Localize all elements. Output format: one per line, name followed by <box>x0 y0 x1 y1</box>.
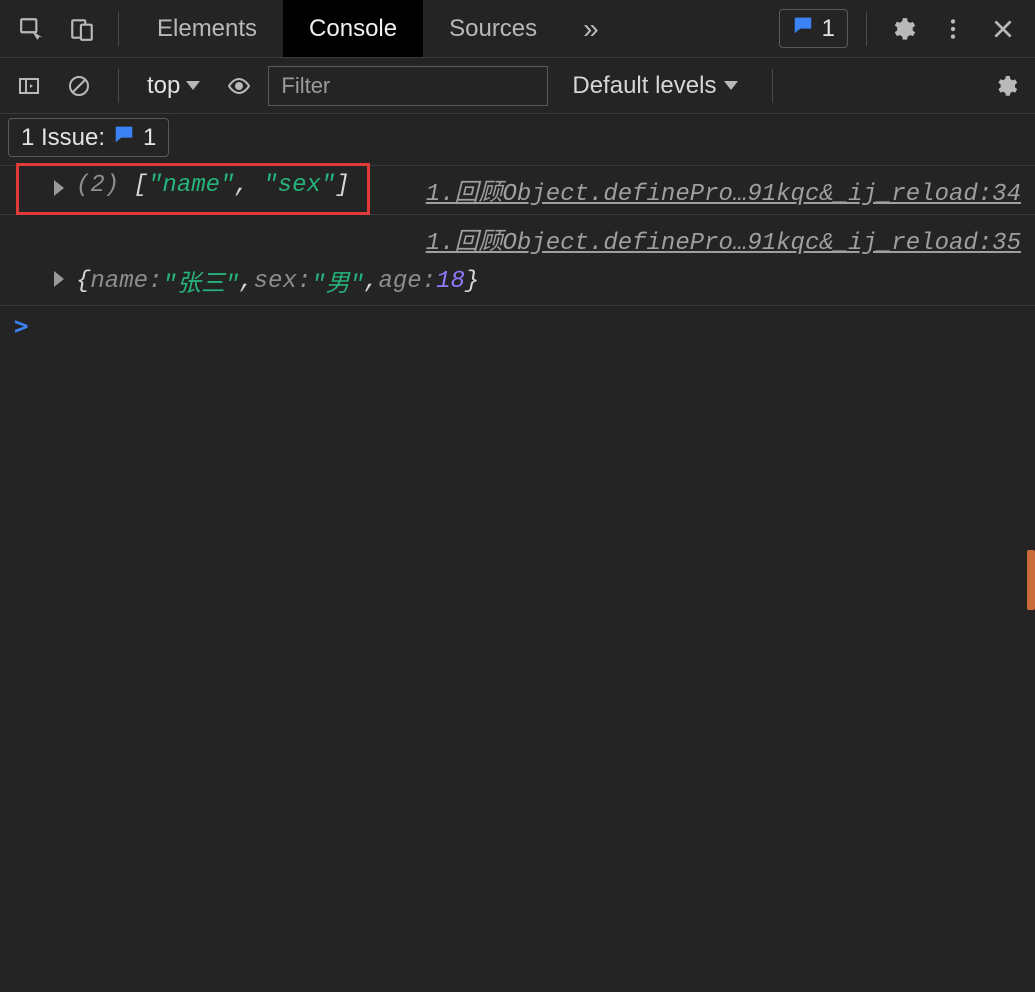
object-key: age: <box>378 268 436 295</box>
separator <box>772 69 773 103</box>
prompt-chevron-icon: > <box>14 312 28 340</box>
console-log-row[interactable]: (2) ["name", "sex"] 1.回顾Object.definePro… <box>0 165 1035 215</box>
devtools-toolbar: Elements Console Sources » 1 <box>0 0 1035 58</box>
separator <box>118 69 119 103</box>
execution-context-select[interactable]: top <box>137 72 210 100</box>
close-devtools-icon[interactable] <box>979 5 1027 53</box>
console-settings-gear-icon[interactable] <box>985 65 1027 107</box>
console-sidebar-toggle-icon[interactable] <box>8 65 50 107</box>
toggle-device-icon[interactable] <box>58 5 106 53</box>
issues-pill-count: 1 <box>143 124 156 152</box>
chevron-down-icon <box>186 81 200 90</box>
kebab-menu-icon[interactable] <box>929 5 977 53</box>
issue-speech-icon <box>792 14 814 43</box>
bracket-open: [ <box>119 172 148 199</box>
separator <box>866 12 867 46</box>
array-item: "name" <box>148 172 234 199</box>
object-key: sex: <box>254 268 312 295</box>
levels-label: Default levels <box>572 72 716 100</box>
chevron-down-icon <box>724 81 738 90</box>
object-value: 18 <box>436 268 465 295</box>
log-levels-select[interactable]: Default levels <box>556 72 754 100</box>
issue-speech-icon <box>113 123 135 152</box>
object-value: "男" <box>311 263 364 299</box>
tab-sources[interactable]: Sources <box>423 0 563 57</box>
comma: , <box>364 268 378 295</box>
console-output: (2) ["name", "sex"] 1.回顾Object.definePro… <box>0 165 1035 346</box>
issues-badge-count: 1 <box>822 15 835 43</box>
settings-gear-icon[interactable] <box>879 5 927 53</box>
issues-pill-label: 1 Issue: <box>21 124 105 152</box>
tab-console[interactable]: Console <box>283 0 423 57</box>
array-item: "sex" <box>263 172 335 199</box>
console-log-row[interactable]: 1.回顾Object.definePro…91kqc&_ij_reload:35… <box>0 215 1035 306</box>
object-value: "张三" <box>162 263 239 299</box>
console-filter-input[interactable] <box>268 66 548 106</box>
log-source-link[interactable]: 1.回顾Object.definePro…91kqc&_ij_reload:35 <box>426 221 1021 257</box>
log-message: (2) ["name", "sex"] <box>46 172 350 199</box>
tabs-overflow-icon[interactable]: » <box>565 13 617 45</box>
comma: , <box>239 268 253 295</box>
log-source-link[interactable]: 1.回顾Object.definePro…91kqc&_ij_reload:34 <box>426 172 1021 208</box>
devtools-tabs: Elements Console Sources <box>131 0 563 57</box>
console-prompt[interactable]: > <box>0 306 1035 346</box>
issues-summary-row: 1 Issue: 1 <box>0 114 1035 165</box>
separator <box>118 12 119 46</box>
object-key: name: <box>90 268 162 295</box>
live-expression-eye-icon[interactable] <box>218 65 260 107</box>
issues-badge[interactable]: 1 <box>779 9 848 48</box>
brace-close: } <box>465 268 479 295</box>
scrollbar-marker <box>1027 550 1035 610</box>
issues-pill[interactable]: 1 Issue: 1 <box>8 118 169 157</box>
expand-triangle-icon[interactable] <box>54 271 64 287</box>
comma: , <box>234 172 263 199</box>
clear-console-icon[interactable] <box>58 65 100 107</box>
tab-elements[interactable]: Elements <box>131 0 283 57</box>
array-length: (2) <box>76 172 119 199</box>
console-filter-bar: top Default levels <box>0 58 1035 114</box>
brace-open: { <box>76 268 90 295</box>
log-message: {name: "张三", sex: "男", age: 18} <box>46 263 1021 299</box>
inspect-element-icon[interactable] <box>8 5 56 53</box>
bracket-close: ] <box>335 172 349 199</box>
context-label: top <box>147 72 180 100</box>
expand-triangle-icon[interactable] <box>54 180 64 196</box>
